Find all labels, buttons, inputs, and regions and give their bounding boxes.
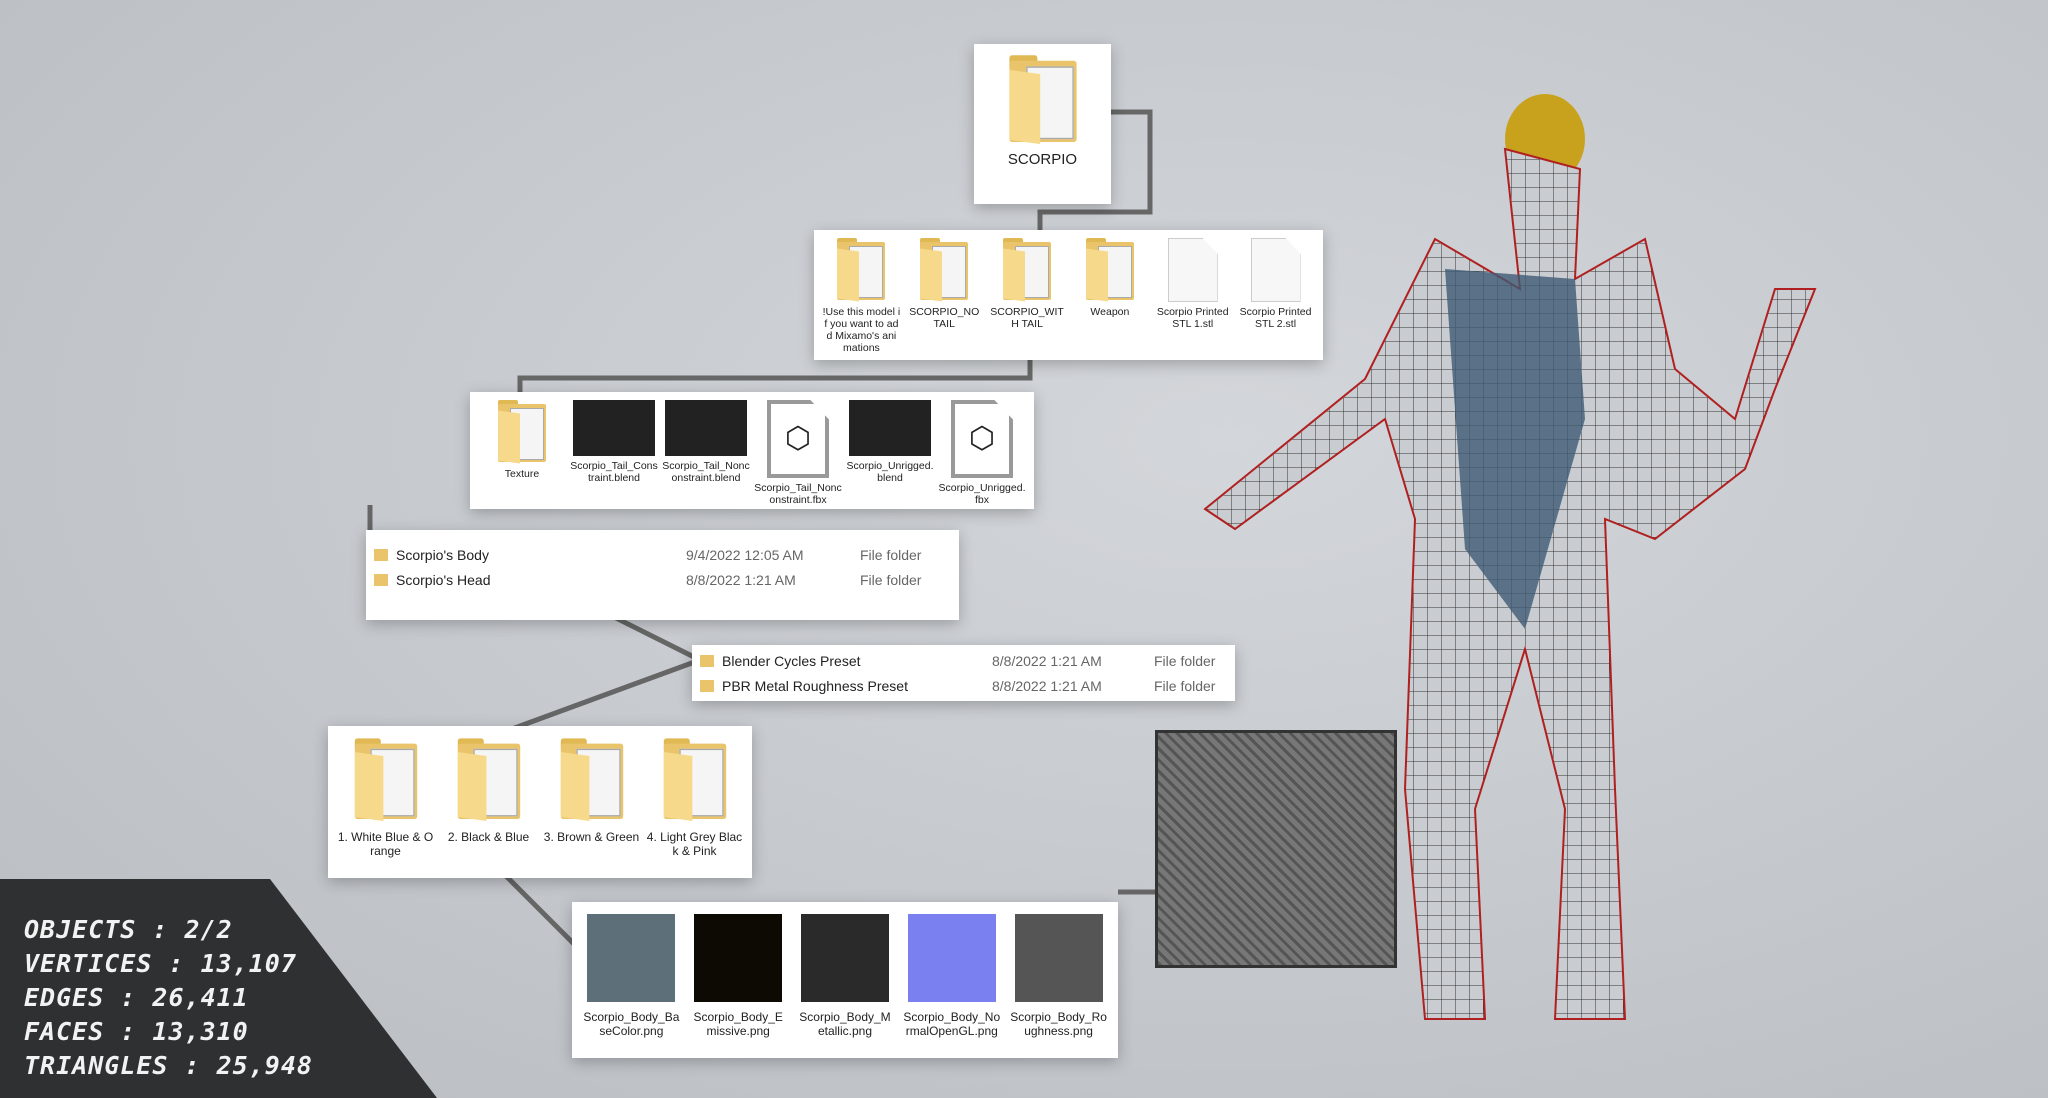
texture-file-label: Scorpio_Body_Emissive.png bbox=[693, 1010, 783, 1038]
texture-thumbnail bbox=[694, 914, 783, 1002]
folder-list-row[interactable]: Scorpio's Head 8/8/2022 1:21 AM File folde… bbox=[366, 567, 959, 592]
file-item[interactable]: ⬡ Scorpio_Tail_Nonconstraint.fbx bbox=[754, 400, 842, 506]
folder-date: 9/4/2022 12:05 AM bbox=[686, 546, 804, 563]
folder-icon bbox=[452, 738, 525, 822]
folder-icon bbox=[999, 238, 1055, 302]
texture-maps-panel: Scorpio_Body_BaseColor.png Scorpio_Body_E… bbox=[572, 902, 1118, 1058]
folder-icon bbox=[555, 738, 628, 822]
texture-file[interactable]: Scorpio_Body_Roughness.png bbox=[1010, 914, 1108, 1038]
folder-icon bbox=[833, 238, 889, 302]
preset-folder-list: Blender Cycles Preset 8/8/2022 1:21 AM Fil… bbox=[692, 645, 1235, 701]
file-item[interactable]: Scorpio_Tail_Constraint.blend bbox=[570, 400, 658, 484]
texture-file-label: Scorpio_Body_BaseColor.png bbox=[583, 1010, 680, 1038]
file-item[interactable]: Weapon bbox=[1071, 238, 1149, 318]
color-variant-label: 1. White Blue & Orange bbox=[337, 830, 434, 858]
texture-file[interactable]: Scorpio_Body_Emissive.png bbox=[689, 914, 787, 1038]
folder-name: PBR Metal Roughness Preset bbox=[722, 677, 908, 694]
color-variant-label: 2. Black & Blue bbox=[447, 830, 530, 844]
file-item[interactable]: !Use this model if you want to add Mixam… bbox=[822, 238, 900, 354]
folder-name: Blender Cycles Preset bbox=[722, 652, 861, 669]
blend-thumbnail bbox=[665, 400, 747, 456]
color-variant-folder[interactable]: 4. Light Grey Black & Pink bbox=[646, 738, 743, 858]
mesh-stat: TRIANGLES : 25,948 bbox=[24, 1051, 313, 1080]
folder-icon bbox=[494, 400, 550, 464]
character-model-render bbox=[1203, 94, 1817, 1020]
color-variant-label: 4. Light Grey Black & Pink bbox=[646, 830, 743, 858]
folder-icon bbox=[374, 573, 388, 586]
file-item-label: !Use this model if you want to add Mixam… bbox=[822, 306, 901, 354]
folder-name: Scorpio's Head bbox=[396, 571, 491, 588]
file-item[interactable]: Scorpio_Unrigged.blend bbox=[846, 400, 934, 484]
file-item-label: Scorpio_Tail_Constraint.blend bbox=[570, 460, 658, 484]
blend-thumbnail bbox=[573, 400, 655, 456]
color-variant-folder[interactable]: 3. Brown & Green bbox=[543, 738, 640, 844]
texture-file-label: Scorpio_Body_NormalOpenGL.png bbox=[903, 1010, 1001, 1038]
folder-type: File folder bbox=[860, 571, 922, 588]
folder-icon bbox=[658, 738, 731, 822]
folder-icon bbox=[700, 654, 714, 667]
mesh-stat: FACES : 13,310 bbox=[24, 1017, 249, 1046]
texture-file[interactable]: Scorpio_Body_NormalOpenGL.png bbox=[903, 914, 1001, 1038]
file-item[interactable]: SCORPIO_WITH TAIL bbox=[988, 238, 1066, 330]
file-item[interactable]: ⬡ Scorpio_Unrigged.fbx bbox=[938, 400, 1026, 506]
folder-icon bbox=[349, 738, 422, 822]
texture-file[interactable]: Scorpio_Body_Metallic.png bbox=[796, 914, 894, 1038]
level2-panel: Texture Scorpio_Tail_Constraint.blend Scor… bbox=[470, 392, 1034, 509]
folder-type: File folder bbox=[860, 546, 922, 563]
file-item-label: SCORPIO_WITH TAIL bbox=[990, 306, 1064, 330]
texture-thumbnail bbox=[587, 914, 676, 1002]
folder-icon bbox=[700, 679, 714, 692]
file-item-label: Scorpio_Unrigged.fbx bbox=[938, 482, 1026, 506]
root-folder-label: SCORPIO bbox=[1007, 151, 1078, 168]
folder-icon bbox=[1003, 55, 1081, 145]
folder-date: 8/8/2022 1:21 AM bbox=[992, 652, 1102, 669]
folder-list-row[interactable]: Blender Cycles Preset 8/8/2022 1:21 AM Fil… bbox=[692, 648, 1235, 673]
folder-list-row[interactable]: Scorpio's Body 9/4/2022 12:05 AM File fold… bbox=[366, 542, 959, 567]
file-item-label: Weapon bbox=[1090, 306, 1130, 318]
file-item[interactable]: Scorpio_Tail_Nonconstraint.blend bbox=[662, 400, 750, 484]
texture-file[interactable]: Scorpio_Body_BaseColor.png bbox=[582, 914, 680, 1038]
fbx-cube-icon: ⬡ bbox=[767, 400, 829, 478]
folder-icon bbox=[1082, 238, 1138, 302]
fbx-cube-icon: ⬡ bbox=[951, 400, 1013, 478]
folder-list-row[interactable]: PBR Metal Roughness Preset 8/8/2022 1:21 … bbox=[692, 673, 1235, 698]
root-folder[interactable]: SCORPIO bbox=[974, 44, 1111, 204]
folder-date: 8/8/2022 1:21 AM bbox=[686, 571, 796, 588]
blend-thumbnail bbox=[849, 400, 931, 456]
texture-thumbnail bbox=[800, 914, 889, 1002]
file-item-label: Texture bbox=[504, 468, 540, 480]
texture-folder-list: Scorpio's Body 9/4/2022 12:05 AM File fold… bbox=[366, 530, 959, 620]
color-variant-label: 3. Brown & Green bbox=[543, 830, 640, 844]
texture-thumbnail bbox=[1014, 914, 1103, 1002]
folder-date: 8/8/2022 1:21 AM bbox=[992, 677, 1102, 694]
file-item-label: Scorpio_Tail_Nonconstraint.blend bbox=[662, 460, 750, 484]
file-item[interactable]: SCORPIO_NO TAIL bbox=[905, 238, 983, 330]
texture-file-label: Scorpio_Body_Roughness.png bbox=[1010, 1010, 1107, 1038]
file-item-label: Scorpio_Tail_Nonconstraint.fbx bbox=[754, 482, 842, 506]
file-item-label: SCORPIO_NO TAIL bbox=[909, 306, 980, 330]
texture-thumbnail bbox=[907, 914, 996, 1002]
color-variants-panel: 1. White Blue & Orange 2. Black & Blue 3. … bbox=[328, 726, 752, 878]
file-item-label: Scorpio_Unrigged.blend bbox=[846, 460, 934, 484]
color-variant-folder[interactable]: 1. White Blue & Orange bbox=[337, 738, 434, 858]
folder-icon bbox=[374, 548, 388, 561]
folder-icon bbox=[916, 238, 972, 302]
color-variant-folder[interactable]: 2. Black & Blue bbox=[441, 738, 537, 844]
texture-file-label: Scorpio_Body_Metallic.png bbox=[799, 1010, 891, 1038]
file-item[interactable]: Texture bbox=[478, 400, 566, 480]
folder-name: Scorpio's Body bbox=[396, 546, 489, 563]
